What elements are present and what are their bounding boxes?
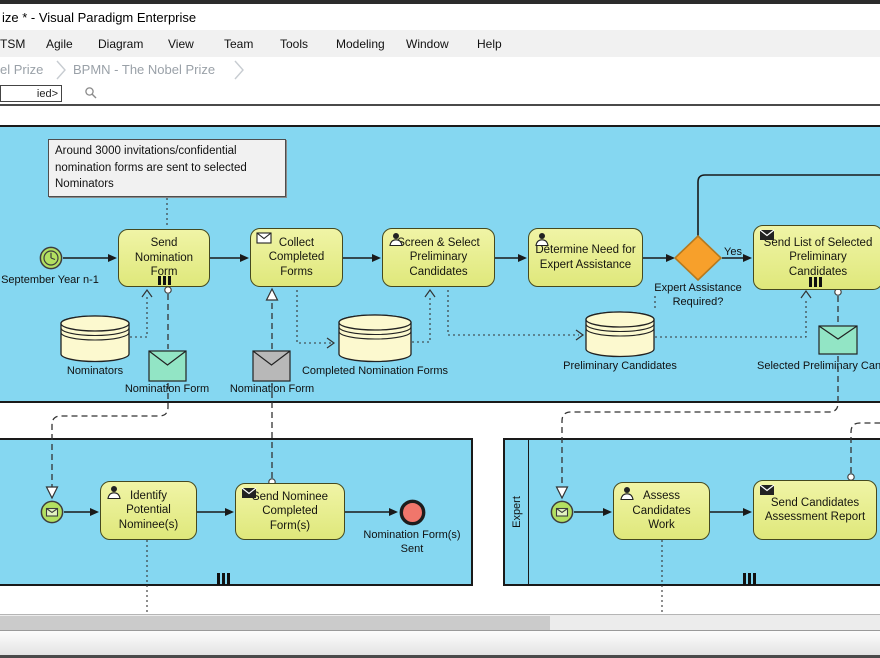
task-send-nominee-completed-forms[interactable]: Send Nominee Completed Form(s)	[235, 483, 345, 540]
datastore-label: Nominators	[67, 365, 123, 377]
message-label: Nomination Form	[230, 383, 314, 395]
message-label: Nomination Form	[125, 383, 209, 395]
task-determine-need-expert-assistance[interactable]: Determine Need for Expert Assistance	[528, 228, 643, 287]
gateway-label: Expert Assistance Required?	[643, 282, 753, 310]
task-label: Send List of Selected Preliminary Candid…	[760, 236, 876, 279]
menu-team[interactable]: Team	[224, 37, 253, 51]
timer-start-event[interactable]	[39, 246, 63, 275]
datastore-label: Preliminary Candidates	[563, 360, 677, 372]
exclusive-gateway[interactable]	[674, 235, 722, 286]
chevron-right-icon	[55, 59, 67, 86]
menu-modeling[interactable]: Modeling	[336, 37, 385, 51]
datastore-completed-nomination-forms[interactable]	[338, 314, 412, 368]
breadcrumb-item-bpmn-nobel-prize[interactable]: BPMN - The Nobel Prize	[73, 62, 215, 77]
status-bar	[0, 630, 880, 655]
datastore-nominators[interactable]	[60, 315, 130, 368]
annotation-note[interactable]: Around 3000 invitations/confidential nom…	[48, 139, 286, 197]
multi-instance-icon	[809, 277, 822, 287]
task-screen-select-preliminary-candidates[interactable]: Screen & Select Preliminary Candidates	[382, 228, 495, 287]
task-label: Send Nomination Form	[125, 236, 203, 279]
menu-bar: TSM Agile Diagram View Team Tools Modeli…	[0, 30, 880, 57]
send-envelope-icon	[759, 484, 775, 500]
diagram-canvas[interactable]: Expert	[0, 106, 880, 614]
message-start-event[interactable]	[40, 500, 64, 529]
user-icon	[106, 485, 122, 504]
menu-itsm[interactable]: TSM	[0, 37, 25, 51]
end-event[interactable]	[398, 498, 427, 532]
gateway-yes-label: Yes	[724, 246, 742, 258]
multi-instance-icon	[217, 573, 230, 585]
task-label: Send Candidates Assessment Report	[760, 496, 870, 525]
task-send-list-selected-preliminary-candidates[interactable]: Send List of Selected Preliminary Candid…	[753, 225, 880, 290]
receive-envelope-icon	[256, 232, 272, 248]
zoom-level-combobox[interactable]: ied>	[0, 85, 62, 102]
user-icon	[388, 232, 404, 251]
breadcrumb: el Prize BPMN - The Nobel Prize	[0, 57, 880, 83]
message-nomination-form-gray[interactable]	[252, 350, 291, 387]
task-send-nomination-form[interactable]: Send Nomination Form	[118, 229, 210, 287]
message-start-event[interactable]	[550, 500, 574, 529]
message-label: Selected Preliminary Candidates	[757, 360, 880, 372]
window-title: ize * - Visual Paradigm Enterprise	[2, 10, 196, 25]
user-icon	[534, 232, 550, 251]
menu-diagram[interactable]: Diagram	[98, 37, 143, 51]
menu-help[interactable]: Help	[477, 37, 502, 51]
pool-expert-label: Expert	[511, 496, 523, 528]
send-envelope-icon	[759, 229, 775, 245]
user-icon	[619, 486, 635, 505]
timer-event-label: September Year n-1	[1, 274, 99, 286]
magnifier-icon[interactable]	[84, 86, 98, 105]
horizontal-scrollbar[interactable]	[0, 614, 880, 630]
datastore-preliminary-candidates[interactable]	[585, 311, 655, 363]
chevron-right-icon	[233, 59, 245, 86]
multi-instance-icon	[743, 573, 756, 585]
datastore-label: Completed Nomination Forms	[302, 365, 448, 377]
task-label: Determine Need for Expert Assistance	[535, 243, 636, 272]
diagram-toolbar: ied>	[0, 83, 880, 104]
send-envelope-icon	[241, 487, 257, 503]
menu-agile[interactable]: Agile	[46, 37, 73, 51]
message-nomination-form-green[interactable]	[148, 350, 187, 387]
menu-tools[interactable]: Tools	[280, 37, 308, 51]
menu-view[interactable]: View	[168, 37, 194, 51]
pool-expert-header[interactable]: Expert	[505, 440, 529, 584]
multi-instance-icon	[158, 276, 171, 285]
end-event-label: Nomination Form(s) Sent	[357, 529, 467, 557]
message-selected-preliminary-candidates[interactable]	[818, 325, 858, 360]
breadcrumb-item-nobel-prize[interactable]: el Prize	[0, 62, 43, 77]
task-collect-completed-forms[interactable]: Collect Completed Forms	[250, 228, 343, 287]
task-identify-potential-nominees[interactable]: Identify Potential Nominee(s)	[100, 481, 197, 540]
visual-paradigm-window: ize * - Visual Paradigm Enterprise TSM A…	[0, 0, 880, 658]
task-assess-candidates-work[interactable]: Assess Candidates Work	[613, 482, 710, 540]
title-bar: ize * - Visual Paradigm Enterprise	[0, 4, 880, 30]
scrollbar-thumb[interactable]	[0, 616, 550, 630]
task-send-candidates-assessment-report[interactable]: Send Candidates Assessment Report	[753, 480, 877, 540]
menu-window[interactable]: Window	[406, 37, 449, 51]
